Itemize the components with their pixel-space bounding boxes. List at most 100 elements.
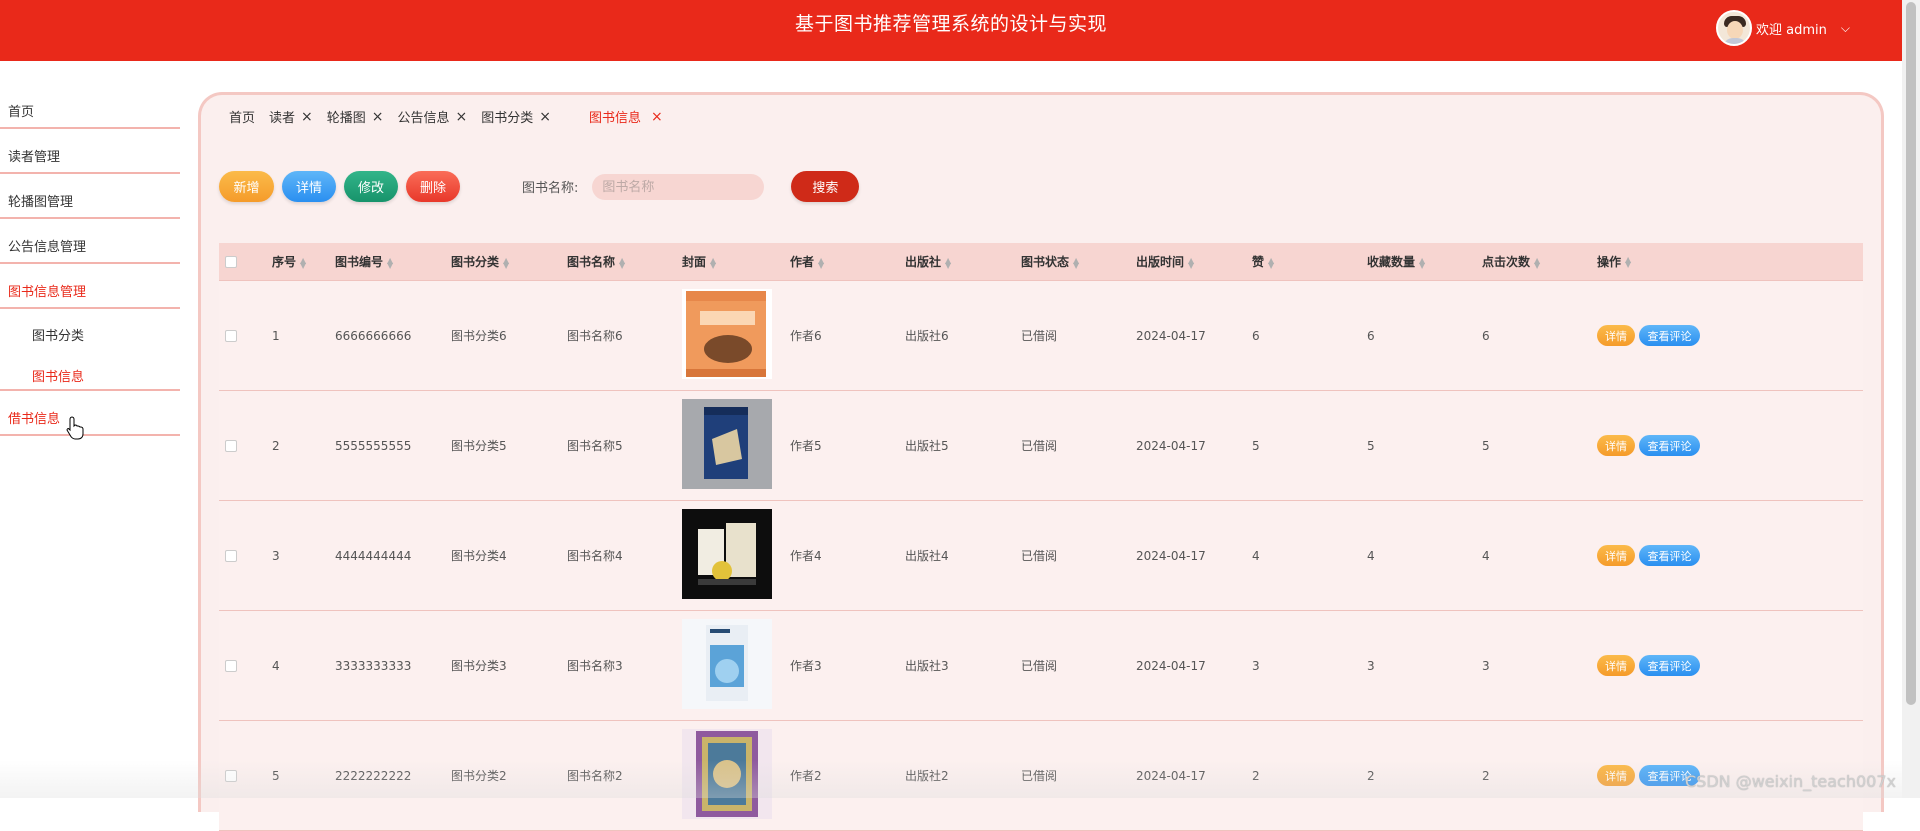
sidebar-subitem-book-category[interactable]: 图书分类 <box>0 309 180 350</box>
tab-label[interactable]: 首页 <box>229 107 255 126</box>
row-checkbox[interactable] <box>225 550 237 562</box>
sort-icon[interactable]: ▲▼ <box>387 258 393 268</box>
view-comments-button[interactable]: 查看评论 <box>1639 545 1700 566</box>
book-cover-image[interactable] <box>682 729 772 819</box>
table-row[interactable]: 3 4444444444 图书分类4 图书名称4 作者4 出版社4 已借阅 20… <box>219 501 1863 611</box>
tab-bar: 首页 读者 × 轮播图 × 公告信息 × 图书分类 × 图书信息 × <box>229 107 677 126</box>
column-header[interactable]: 图书分类▲▼ <box>451 253 567 270</box>
column-header[interactable]: 作者▲▼ <box>790 253 905 270</box>
sort-icon[interactable]: ▲▼ <box>1419 258 1425 268</box>
view-comments-button[interactable]: 查看评论 <box>1639 655 1700 676</box>
cell-code: 5555555555 <box>335 439 451 453</box>
row-detail-button[interactable]: 详情 <box>1597 765 1635 786</box>
book-cover-image[interactable] <box>682 289 772 379</box>
tab-home[interactable]: 首页 <box>229 107 255 126</box>
row-checkbox[interactable] <box>225 330 237 342</box>
sort-icon[interactable]: ▲▼ <box>1534 258 1540 268</box>
chevron-down-icon[interactable]: ⌵ <box>1841 21 1850 36</box>
column-header[interactable]: 封面▲▼ <box>682 253 790 270</box>
column-header[interactable]: 序号▲▼ <box>272 253 335 270</box>
cell-code: 2222222222 <box>335 769 451 783</box>
table-row[interactable]: 5 2222222222 图书分类2 图书名称2 作者2 出版社2 已借阅 20… <box>219 721 1863 831</box>
sidebar-item-home[interactable]: 首页 <box>0 84 180 129</box>
column-header[interactable]: 出版时间▲▼ <box>1136 253 1252 270</box>
close-icon[interactable]: × <box>539 109 551 125</box>
sidebar-item-carousel[interactable]: 轮播图管理 <box>0 174 180 219</box>
close-icon[interactable]: × <box>456 109 468 125</box>
search-button[interactable]: 搜索 <box>791 171 859 202</box>
row-detail-button[interactable]: 详情 <box>1597 655 1635 676</box>
add-button[interactable]: 新增 <box>219 171 274 202</box>
row-detail-button[interactable]: 详情 <box>1597 435 1635 456</box>
row-checkbox[interactable] <box>225 660 237 672</box>
table-row[interactable]: 1 6666666666 图书分类6 图书名称6 作者6 出版社6 已借阅 20… <box>219 281 1863 391</box>
sidebar-item-book-management[interactable]: 图书信息管理 <box>0 264 180 309</box>
welcome-text[interactable]: 欢迎 admin <box>1756 19 1827 38</box>
close-icon[interactable]: × <box>651 109 663 125</box>
cell-name: 图书名称3 <box>567 657 682 674</box>
column-header[interactable]: 图书状态▲▼ <box>1021 253 1136 270</box>
user-menu[interactable]: 欢迎 admin ⌵ <box>1716 10 1850 46</box>
cell-status: 已借阅 <box>1021 767 1136 784</box>
close-icon[interactable]: × <box>372 109 384 125</box>
row-detail-button[interactable]: 详情 <box>1597 325 1635 346</box>
column-header[interactable]: 点击次数▲▼ <box>1482 253 1597 270</box>
book-cover-image[interactable] <box>682 399 772 489</box>
column-header[interactable]: 收藏数量▲▼ <box>1367 253 1482 270</box>
page-scrollbar[interactable] <box>1902 0 1920 798</box>
tab-label[interactable]: 图书分类 <box>481 107 533 126</box>
scrollbar-thumb[interactable] <box>1906 2 1916 705</box>
tab-label[interactable]: 轮播图 <box>327 107 366 126</box>
column-header[interactable]: 出版社▲▼ <box>905 253 1021 270</box>
sidebar-item-notices[interactable]: 公告信息管理 <box>0 219 180 264</box>
column-header[interactable]: 图书名称▲▼ <box>567 253 682 270</box>
select-all-checkbox[interactable] <box>225 256 237 268</box>
column-header[interactable]: 图书编号▲▼ <box>335 253 451 270</box>
tab-readers[interactable]: 读者 × <box>269 107 313 126</box>
tab-book-category[interactable]: 图书分类 × <box>481 107 551 126</box>
sidebar-item-borrow-info[interactable]: 借书信息 <box>0 391 180 436</box>
book-cover-image[interactable] <box>682 509 772 599</box>
delete-button[interactable]: 删除 <box>406 171 460 202</box>
tab-label[interactable]: 公告信息 <box>398 107 450 126</box>
cell-code: 3333333333 <box>335 659 451 673</box>
tab-label[interactable]: 读者 <box>269 107 295 126</box>
column-header[interactable]: 操作▲▼ <box>1597 253 1797 270</box>
app-title: 基于图书推荐管理系统的设计与实现 <box>0 9 1902 36</box>
avatar[interactable] <box>1716 10 1752 46</box>
sort-icon[interactable]: ▲▼ <box>818 258 824 268</box>
tab-label[interactable]: 图书信息 <box>589 107 641 126</box>
close-icon[interactable]: × <box>301 109 313 125</box>
sort-icon[interactable]: ▲▼ <box>619 258 625 268</box>
cell-author: 作者3 <box>790 657 905 674</box>
table-row[interactable]: 4 3333333333 图书分类3 图书名称3 作者3 出版社3 已借阅 20… <box>219 611 1863 721</box>
cell-author: 作者2 <box>790 767 905 784</box>
sidebar-subitem-book-info[interactable]: 图书信息 <box>0 350 180 391</box>
sort-icon[interactable]: ▲▼ <box>1268 258 1274 268</box>
sidebar-item-readers[interactable]: 读者管理 <box>0 129 180 174</box>
cell-index: 1 <box>272 329 335 343</box>
detail-button[interactable]: 详情 <box>282 171 336 202</box>
book-cover-image[interactable] <box>682 619 772 709</box>
view-comments-button[interactable]: 查看评论 <box>1639 435 1700 456</box>
search-input[interactable] <box>592 174 764 200</box>
cell-date: 2024-04-17 <box>1136 549 1252 563</box>
tab-notices[interactable]: 公告信息 × <box>398 107 468 126</box>
table-row[interactable]: 2 5555555555 图书分类5 图书名称5 作者5 出版社5 已借阅 20… <box>219 391 1863 501</box>
sort-icon[interactable]: ▲▼ <box>1073 258 1079 268</box>
cell-name: 图书名称5 <box>567 437 682 454</box>
sort-icon[interactable]: ▲▼ <box>945 258 951 268</box>
column-header[interactable]: 赞▲▼ <box>1252 253 1367 270</box>
sort-icon[interactable]: ▲▼ <box>300 258 306 268</box>
edit-button[interactable]: 修改 <box>344 171 398 202</box>
sort-icon[interactable]: ▲▼ <box>503 258 509 268</box>
sort-icon[interactable]: ▲▼ <box>1625 257 1631 267</box>
sort-icon[interactable]: ▲▼ <box>710 258 716 268</box>
row-checkbox[interactable] <box>225 770 237 782</box>
sort-icon[interactable]: ▲▼ <box>1188 258 1194 268</box>
view-comments-button[interactable]: 查看评论 <box>1639 325 1700 346</box>
row-detail-button[interactable]: 详情 <box>1597 545 1635 566</box>
row-checkbox[interactable] <box>225 440 237 452</box>
tab-carousel[interactable]: 轮播图 × <box>327 107 384 126</box>
tab-book-info[interactable]: 图书信息 × <box>589 107 663 126</box>
